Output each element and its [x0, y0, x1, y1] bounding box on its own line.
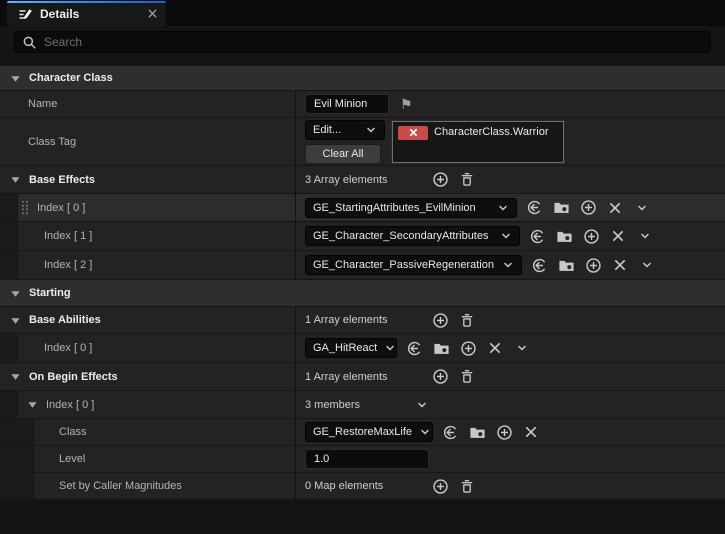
remove-element-icon[interactable] [610, 255, 630, 275]
element-options-icon[interactable] [637, 255, 657, 275]
array-count: 1 Array elements [305, 314, 423, 326]
add-element-icon[interactable] [430, 476, 450, 496]
array-count: 1 Array elements [305, 371, 423, 383]
row-base-effects-1[interactable]: Index [ 1 ] GE_Character_SecondaryAttrib… [0, 222, 725, 251]
members-count: 3 members [305, 399, 405, 411]
category-label: Starting [29, 287, 71, 299]
row-effect-level: Level 1.0 [0, 446, 725, 473]
delete-array-icon[interactable] [457, 367, 477, 387]
map-count: 0 Map elements [305, 480, 423, 492]
add-element-icon[interactable] [430, 367, 450, 387]
expander-icon[interactable] [10, 315, 21, 326]
subheader-base-effects[interactable]: Base Effects 3 Array elements [0, 166, 725, 194]
insert-element-icon[interactable] [494, 422, 514, 442]
use-selected-asset-icon[interactable] [404, 338, 424, 358]
name-field[interactable]: Evil Minion [305, 94, 389, 114]
remove-element-icon[interactable] [605, 198, 625, 218]
expander-icon[interactable] [10, 371, 21, 382]
subheader-on-begin-effects[interactable]: On Begin Effects 1 Array elements [0, 363, 725, 391]
category-label: Character Class [29, 72, 113, 84]
row-base-effects-2[interactable]: Index [ 2 ] GE_Character_PassiveRegenera… [0, 251, 725, 280]
browse-to-asset-icon[interactable] [467, 422, 487, 442]
element-options-icon[interactable] [512, 338, 532, 358]
browse-to-asset-icon[interactable] [431, 338, 451, 358]
insert-element-icon[interactable] [581, 226, 601, 246]
chevron-down-icon [500, 230, 512, 242]
search-input[interactable]: Search [14, 31, 711, 53]
drag-handle-icon[interactable] [21, 200, 29, 215]
row-class-tag: Class Tag Edit... Clear All CharacterCla… [0, 118, 725, 166]
row-effect-class: Class GE_RestoreMaxLife [0, 419, 725, 446]
use-selected-asset-icon[interactable] [440, 422, 460, 442]
details-panel: Details Search Character Class Name Evil… [0, 0, 725, 534]
remove-element-icon[interactable] [485, 338, 505, 358]
tab-details[interactable]: Details [7, 1, 166, 26]
tag-value: CharacterClass.Warrior [434, 126, 549, 138]
use-selected-asset-icon[interactable] [529, 255, 549, 275]
category-starting[interactable]: Starting [0, 280, 725, 307]
chevron-down-icon [384, 342, 396, 354]
tab-bar: Details [0, 0, 725, 26]
panel-empty-area [0, 500, 725, 534]
class-tag-label: Class Tag [28, 136, 76, 148]
expander-icon[interactable] [10, 174, 21, 185]
delete-array-icon[interactable] [457, 170, 477, 190]
asset-dropdown[interactable]: GE_Character_PassiveRegeneration [305, 255, 522, 275]
asset-dropdown[interactable]: GE_Character_SecondaryAttributes [305, 226, 520, 246]
search-placeholder: Search [44, 35, 82, 49]
tab-title: Details [40, 7, 140, 21]
tag-remove-icon [409, 128, 418, 137]
insert-element-icon[interactable] [458, 338, 478, 358]
asset-dropdown[interactable]: GA_HitReact [305, 338, 397, 358]
asset-dropdown[interactable]: GE_StartingAttributes_EvilMinion [305, 198, 517, 218]
element-options-icon[interactable] [632, 198, 652, 218]
chevron-down-icon [497, 202, 509, 214]
category-character-class[interactable]: Character Class [0, 66, 725, 91]
expander-icon[interactable] [27, 399, 38, 410]
asset-dropdown[interactable]: GE_RestoreMaxLife [305, 422, 433, 442]
insert-element-icon[interactable] [583, 255, 603, 275]
level-field[interactable]: 1.0 [305, 449, 429, 469]
flag-icon: ⚑ [400, 96, 413, 113]
clear-all-button[interactable]: Clear All [305, 144, 381, 164]
delete-array-icon[interactable] [457, 310, 477, 330]
chevron-down-icon [365, 124, 377, 136]
element-options-icon[interactable] [635, 226, 655, 246]
subheader-base-abilities[interactable]: Base Abilities 1 Array elements [0, 307, 725, 334]
edit-tag-dropdown[interactable]: Edit... [305, 120, 385, 140]
remove-tag-button[interactable] [398, 126, 428, 140]
search-row: Search [0, 26, 725, 58]
close-icon[interactable] [147, 8, 158, 19]
browse-to-asset-icon[interactable] [554, 226, 574, 246]
chevron-down-icon [419, 426, 431, 438]
name-label: Name [28, 98, 57, 110]
browse-to-asset-icon[interactable] [556, 255, 576, 275]
use-selected-asset-icon[interactable] [527, 226, 547, 246]
search-icon [22, 35, 37, 50]
expander-icon[interactable] [10, 288, 21, 299]
add-element-icon[interactable] [430, 310, 450, 330]
chevron-down-icon [502, 259, 514, 271]
tag-container: CharacterClass.Warrior [392, 121, 564, 163]
row-on-begin-0[interactable]: Index [ 0 ] 3 members [0, 391, 725, 419]
row-set-by-caller-magnitudes: Set by Caller Magnitudes 0 Map elements [0, 473, 725, 500]
tab-accent-line [7, 1, 166, 3]
row-base-abilities-0[interactable]: Index [ 0 ] GA_HitReact [0, 334, 725, 363]
details-tab-icon [17, 6, 33, 22]
remove-element-icon[interactable] [608, 226, 628, 246]
delete-map-icon[interactable] [457, 476, 477, 496]
row-base-effects-0[interactable]: Index [ 0 ] GE_StartingAttributes_EvilMi… [0, 194, 725, 222]
expander-icon[interactable] [10, 73, 21, 84]
use-selected-asset-icon[interactable] [524, 198, 544, 218]
element-options-icon[interactable] [412, 395, 432, 415]
insert-element-icon[interactable] [578, 198, 598, 218]
array-count: 3 Array elements [305, 174, 423, 186]
row-name: Name Evil Minion ⚑ [0, 91, 725, 118]
add-element-icon[interactable] [430, 170, 450, 190]
spacer [0, 58, 725, 66]
remove-element-icon[interactable] [521, 422, 541, 442]
browse-to-asset-icon[interactable] [551, 198, 571, 218]
